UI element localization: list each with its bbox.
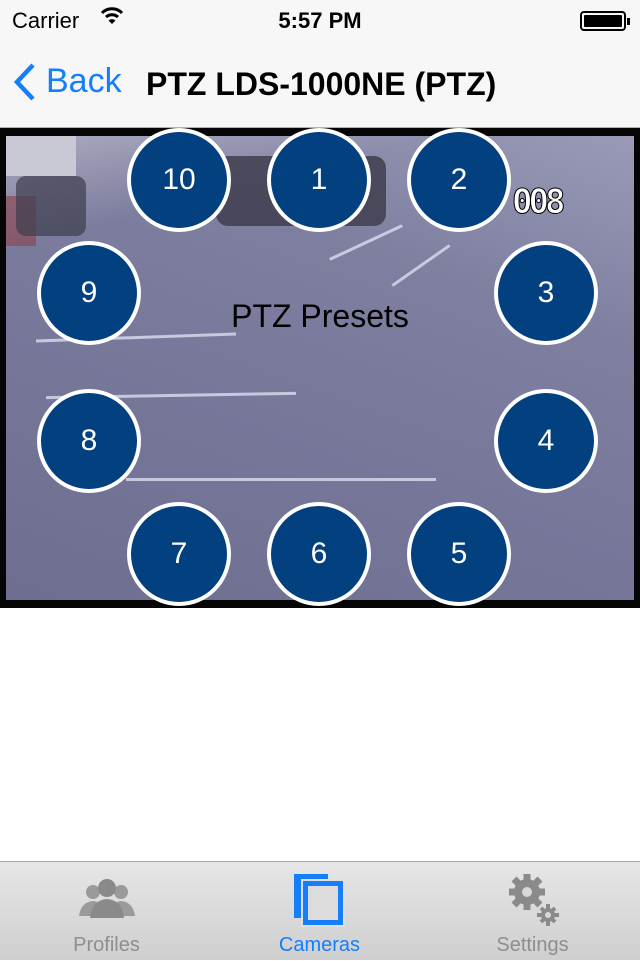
preset-button-9[interactable]: 9 — [37, 241, 141, 345]
preset-button-2[interactable]: 2 — [407, 128, 511, 232]
back-label: Back — [46, 62, 122, 100]
chevron-left-icon — [14, 62, 35, 101]
preset-button-1[interactable]: 1 — [267, 128, 371, 232]
tab-bar: Profiles Cameras Settings — [0, 861, 640, 960]
preset-button-8[interactable]: 8 — [37, 389, 141, 493]
preset-button-5[interactable]: 5 — [407, 502, 511, 606]
tab-label: Profiles — [73, 934, 140, 956]
navigation-bar: Back PTZ LDS-1000NE (PTZ) — [0, 40, 640, 128]
tab-label: Cameras — [278, 934, 361, 956]
preset-button-4[interactable]: 4 — [494, 389, 598, 493]
tab-label: Settings — [496, 934, 569, 956]
preset-button-7[interactable]: 7 — [127, 502, 231, 606]
battery-icon — [580, 11, 630, 31]
gear-icon — [426, 872, 639, 930]
page-title: PTZ LDS-1000NE (PTZ) — [146, 66, 497, 102]
camera-osd-text: 008 — [511, 182, 565, 223]
tab-cameras[interactable]: Cameras — [213, 862, 426, 961]
tab-settings[interactable]: Settings — [426, 862, 639, 961]
preset-button-10[interactable]: 10 — [127, 128, 231, 232]
profiles-icon — [0, 872, 213, 930]
clock: 5:57 PM — [278, 8, 362, 33]
preset-button-3[interactable]: 3 — [494, 241, 598, 345]
status-bar: Carrier 5:57 PM — [0, 0, 640, 40]
tab-profiles[interactable]: Profiles — [0, 862, 213, 961]
camera-video-view[interactable]: 008 PTZ Presets 1 2 3 4 5 6 7 8 9 10 — [0, 128, 640, 608]
preset-button-6[interactable]: 6 — [267, 502, 371, 606]
back-button[interactable]: Back — [14, 62, 122, 101]
cameras-icon — [213, 872, 426, 930]
